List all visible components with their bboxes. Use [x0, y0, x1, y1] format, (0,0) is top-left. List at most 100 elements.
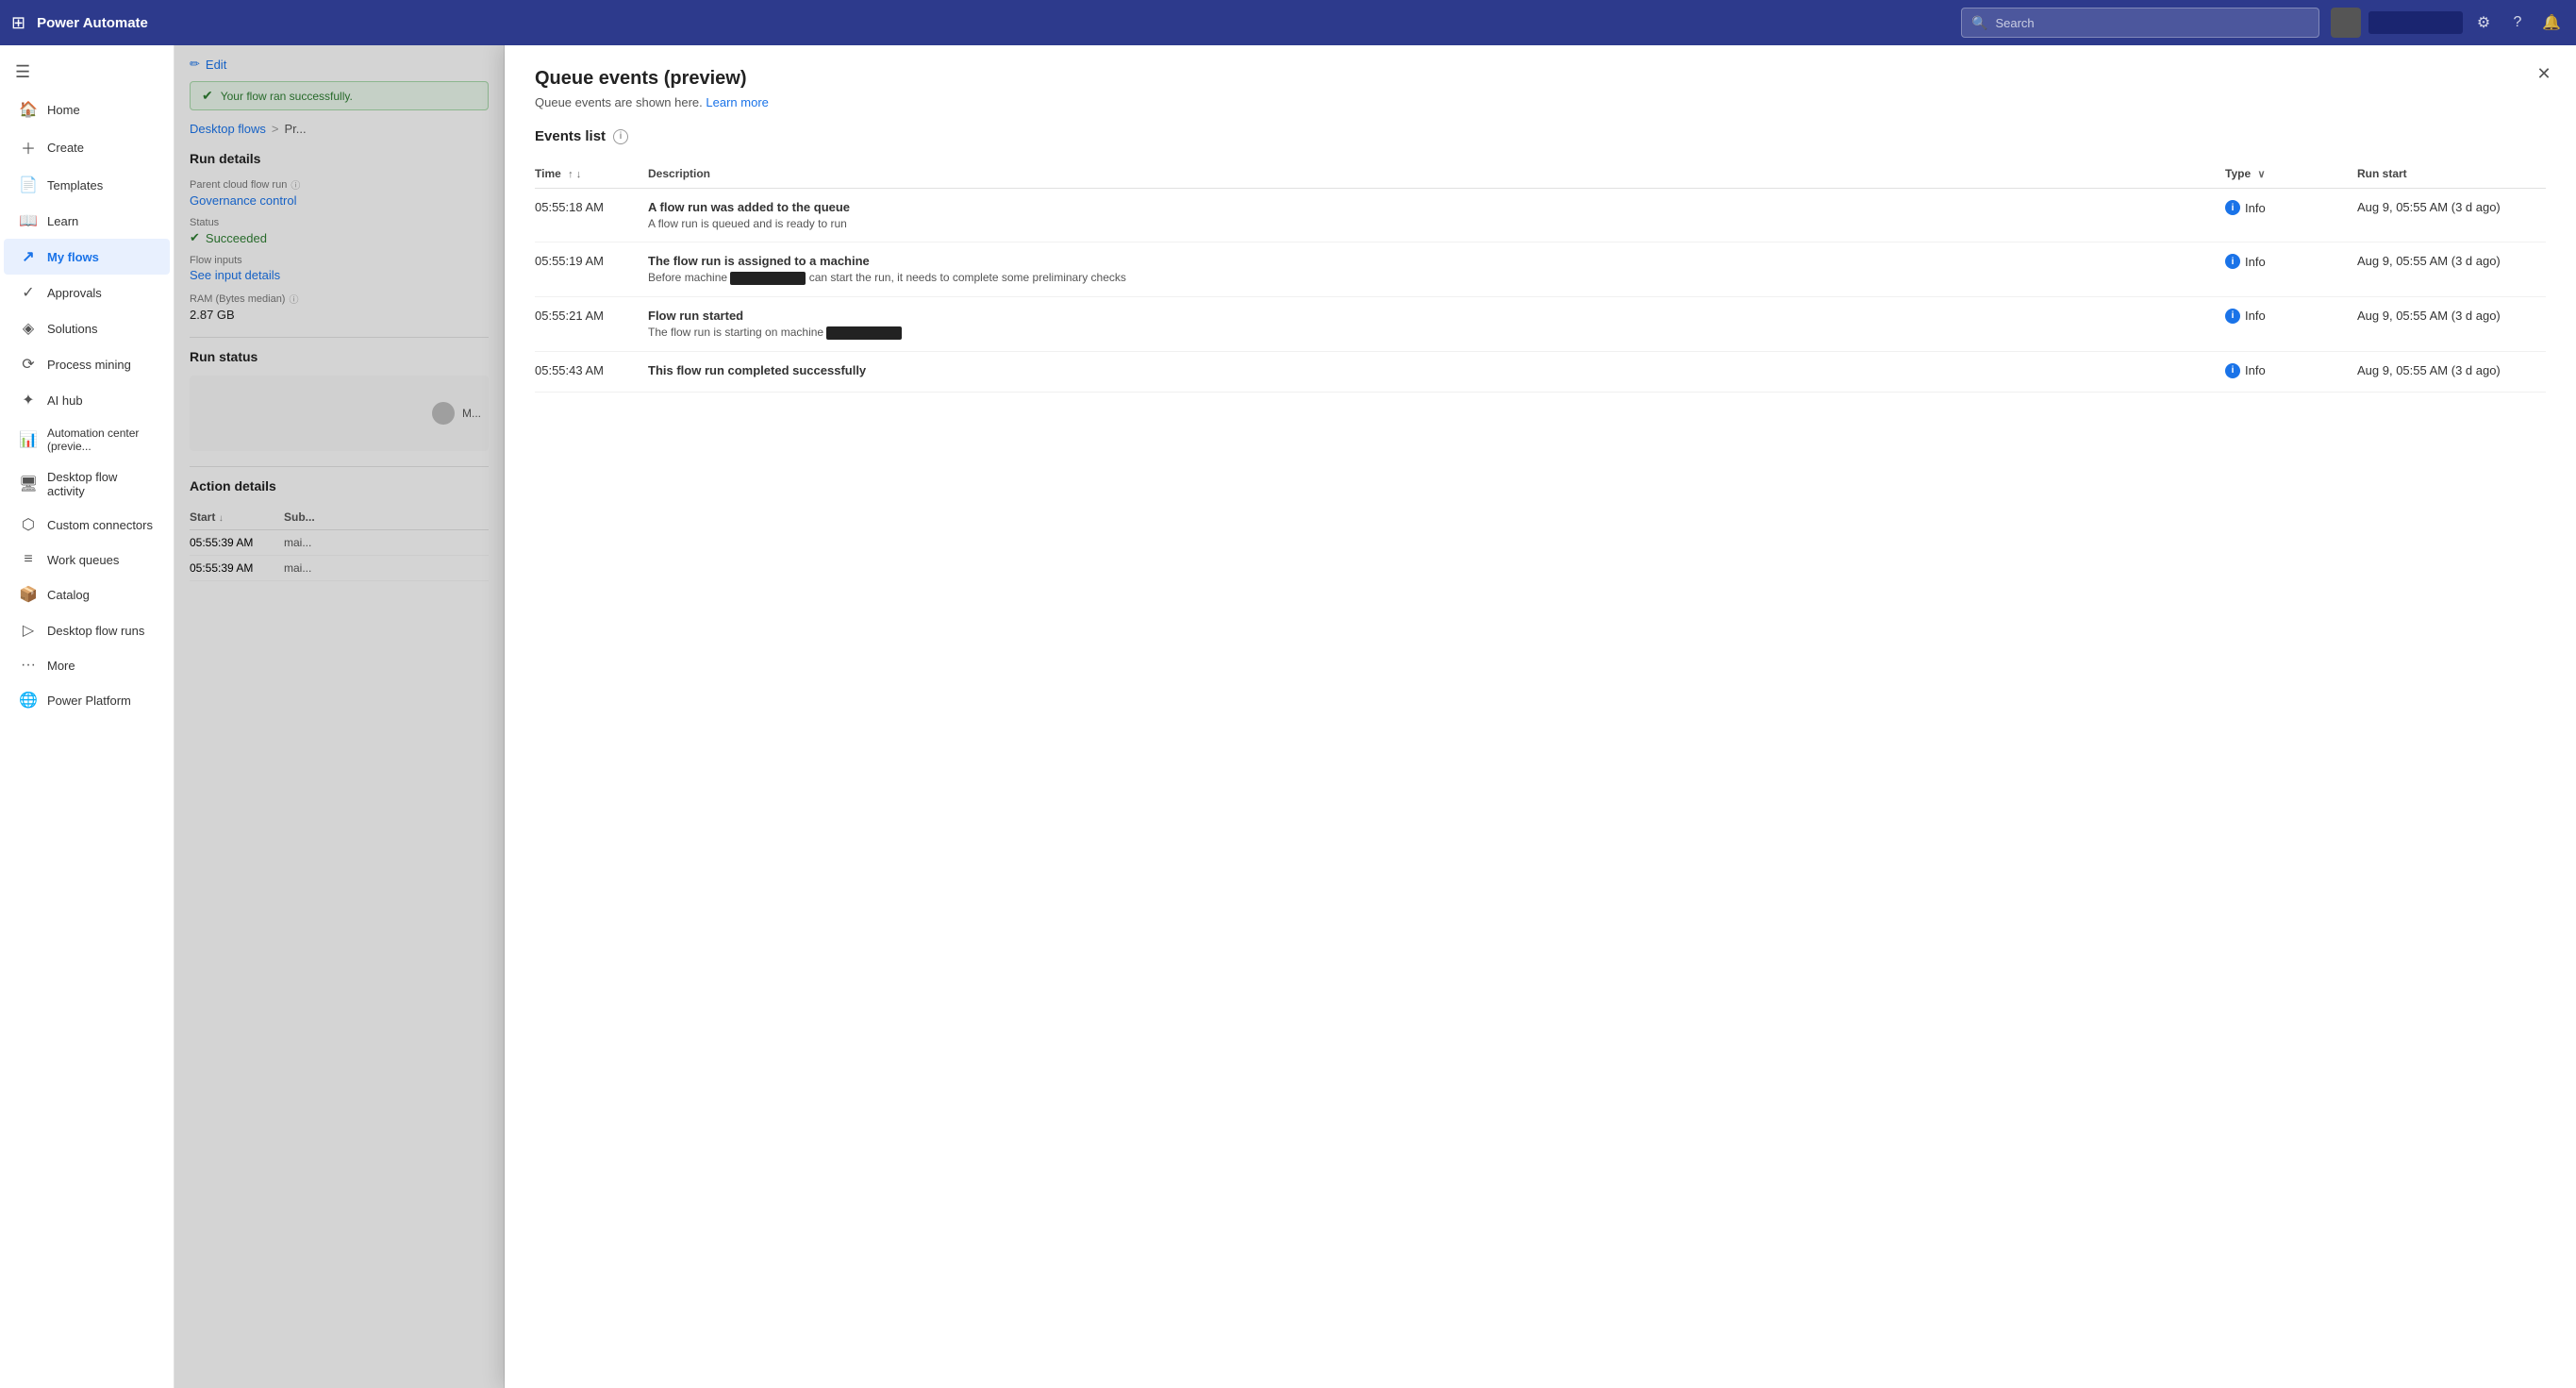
type-filter-icon: ∨	[2257, 169, 2265, 180]
sidebar-item-catalog[interactable]: 📦 Catalog	[4, 577, 170, 612]
type-info-icon-2: i	[2225, 254, 2240, 269]
sidebar-label-ai-hub: AI hub	[47, 393, 83, 408]
sidebar-label-solutions: Solutions	[47, 322, 97, 336]
sidebar-label-catalog: Catalog	[47, 588, 90, 602]
event-row-1: 05:55:18 AM A flow run was added to the …	[535, 189, 2546, 242]
event-row-3: 05:55:21 AM Flow run started The flow ru…	[535, 296, 2546, 351]
event-type-4: i Info	[2225, 351, 2357, 392]
event-row-4: 05:55:43 AM This flow run completed succ…	[535, 351, 2546, 392]
sidebar-item-approvals[interactable]: ✓ Approvals	[4, 275, 170, 310]
sidebar-label-home: Home	[47, 103, 80, 117]
sidebar-item-desktop-flow-activity[interactable]: 🖥 Desktop flow activity	[4, 461, 170, 507]
sidebar-item-more[interactable]: ··· More	[4, 648, 170, 682]
event-runstart-2: Aug 9, 05:55 AM (3 d ago)	[2357, 242, 2546, 297]
event-time-3: 05:55:21 AM	[535, 296, 648, 351]
sidebar-label-learn: Learn	[47, 214, 78, 228]
sidebar-label-power-platform: Power Platform	[47, 694, 131, 708]
templates-icon: 📄	[19, 176, 38, 194]
sidebar-item-automation-center[interactable]: 📊 Automation center (previe...	[4, 418, 170, 461]
sidebar-label-templates: Templates	[47, 178, 103, 192]
work-queues-icon: ≡	[19, 551, 38, 568]
more-icon: ···	[19, 657, 38, 674]
event-desc-4: This flow run completed successfully	[648, 351, 2225, 392]
search-input[interactable]	[1995, 16, 2309, 30]
topbar-right: ⚙ ? 🔔	[2331, 8, 2565, 38]
event-type-1: i Info	[2225, 189, 2357, 242]
topbar: ⊞ Power Automate 🔍 ⚙ ? 🔔	[0, 0, 2576, 45]
sidebar: ☰ 🏠 Home ＋ Create 📄 Templates 📖 Learn ↗ …	[0, 45, 175, 1388]
panel-subtitle: Queue events are shown here. Learn more	[535, 95, 2546, 109]
home-icon: 🏠	[19, 100, 38, 119]
sidebar-item-ai-hub[interactable]: ✦ AI hub	[4, 382, 170, 418]
automation-center-icon: 📊	[19, 430, 38, 449]
time-sort-icons: ↑ ↓	[568, 169, 581, 180]
grid-icon[interactable]: ⊞	[11, 13, 25, 33]
learn-icon: 📖	[19, 211, 38, 230]
event-time-4: 05:55:43 AM	[535, 351, 648, 392]
power-platform-icon: 🌐	[19, 691, 38, 710]
event-type-2: i Info	[2225, 242, 2357, 297]
catalog-icon: 📦	[19, 585, 38, 604]
notifications-icon[interactable]: 🔔	[2538, 9, 2565, 36]
hamburger-icon: ☰	[15, 62, 30, 82]
event-type-3: i Info	[2225, 296, 2357, 351]
col-header-run-start: Run start	[2357, 159, 2546, 189]
event-desc-1: A flow run was added to the queue A flow…	[648, 189, 2225, 242]
type-info-icon-4: i	[2225, 363, 2240, 378]
sidebar-label-desktop-flow-activity: Desktop flow activity	[47, 470, 155, 498]
avatar-icon[interactable]	[2331, 8, 2361, 38]
queue-events-panel: ✕ Queue events (preview) Queue events ar…	[505, 45, 2576, 1388]
sidebar-item-home[interactable]: 🏠 Home	[4, 92, 170, 127]
desktop-flow-runs-icon: ▷	[19, 621, 38, 640]
sidebar-toggle[interactable]: ☰	[0, 53, 174, 92]
col-header-type[interactable]: Type ∨	[2225, 159, 2357, 189]
type-info-icon-1: i	[2225, 200, 2240, 215]
sidebar-label-create: Create	[47, 141, 84, 155]
sidebar-label-approvals: Approvals	[47, 286, 102, 300]
solutions-icon: ◈	[19, 319, 38, 338]
myflows-icon: ↗	[19, 247, 38, 266]
event-runstart-1: Aug 9, 05:55 AM (3 d ago)	[2357, 189, 2546, 242]
sidebar-item-create[interactable]: ＋ Create	[4, 127, 170, 167]
events-table-body: 05:55:18 AM A flow run was added to the …	[535, 189, 2546, 393]
sidebar-item-learn[interactable]: 📖 Learn	[4, 203, 170, 239]
event-runstart-3: Aug 9, 05:55 AM (3 d ago)	[2357, 296, 2546, 351]
content-area: ✏ Edit ✔ Your flow ran successfully. Des…	[175, 45, 2576, 1388]
main-layout: ☰ 🏠 Home ＋ Create 📄 Templates 📖 Learn ↗ …	[0, 45, 2576, 1388]
app-logo: Power Automate	[37, 15, 1950, 31]
process-mining-icon: ⟳	[19, 355, 38, 374]
panel-overlay: ✕ Queue events (preview) Queue events ar…	[175, 45, 2576, 1388]
desktop-flow-activity-icon: 🖥	[19, 475, 38, 493]
event-runstart-4: Aug 9, 05:55 AM (3 d ago)	[2357, 351, 2546, 392]
sidebar-label-process-mining: Process mining	[47, 358, 131, 372]
sidebar-item-desktop-flow-runs[interactable]: ▷ Desktop flow runs	[4, 612, 170, 648]
create-icon: ＋	[19, 136, 38, 159]
approvals-icon: ✓	[19, 283, 38, 302]
sidebar-item-solutions[interactable]: ◈ Solutions	[4, 310, 170, 346]
sidebar-item-work-queues[interactable]: ≡ Work queues	[4, 543, 170, 577]
sidebar-label-work-queues: Work queues	[47, 553, 119, 567]
redacted-machine-name-3	[826, 326, 902, 340]
sidebar-item-process-mining[interactable]: ⟳ Process mining	[4, 346, 170, 382]
sidebar-item-myflows[interactable]: ↗ My flows	[4, 239, 170, 275]
events-table-header: Time ↑ ↓ Description Type ∨ Run start	[535, 159, 2546, 189]
events-list-header: Events list i	[535, 128, 2546, 144]
learn-more-link[interactable]: Learn more	[706, 95, 768, 109]
search-icon: 🔍	[1971, 15, 1987, 31]
panel-close-button[interactable]: ✕	[2531, 60, 2557, 87]
sidebar-label-custom-connectors: Custom connectors	[47, 518, 153, 532]
help-icon[interactable]: ?	[2504, 9, 2531, 36]
close-icon: ✕	[2536, 64, 2551, 84]
events-list-info-icon[interactable]: i	[613, 129, 628, 144]
settings-icon[interactable]: ⚙	[2470, 9, 2497, 36]
col-header-time[interactable]: Time ↑ ↓	[535, 159, 648, 189]
sidebar-item-templates[interactable]: 📄 Templates	[4, 167, 170, 203]
sidebar-item-power-platform[interactable]: 🌐 Power Platform	[4, 682, 170, 718]
sidebar-label-desktop-flow-runs: Desktop flow runs	[47, 624, 144, 638]
event-time-1: 05:55:18 AM	[535, 189, 648, 242]
event-desc-2: The flow run is assigned to a machine Be…	[648, 242, 2225, 297]
event-desc-3: Flow run started The flow run is startin…	[648, 296, 2225, 351]
sidebar-item-custom-connectors[interactable]: ⬡ Custom connectors	[4, 507, 170, 543]
search-bar[interactable]: 🔍	[1961, 8, 2319, 38]
event-row-2: 05:55:19 AM The flow run is assigned to …	[535, 242, 2546, 297]
